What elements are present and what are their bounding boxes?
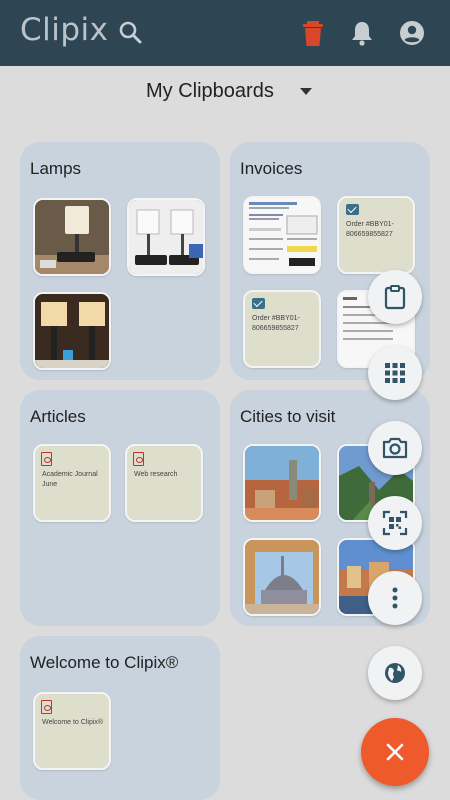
account-icon[interactable] xyxy=(397,18,427,48)
image-tile[interactable] xyxy=(33,292,111,370)
email-tile[interactable]: Order #BBY01-806659855827 xyxy=(243,290,321,368)
more-vertical-icon[interactable] xyxy=(368,571,422,625)
board-title: Articles xyxy=(30,407,86,426)
board-card-articles[interactable]: Articles Academic Journal June Web resea… xyxy=(20,390,220,626)
invoice-scan-tile[interactable] xyxy=(243,196,321,274)
close-icon[interactable] xyxy=(361,718,429,786)
trash-icon[interactable] xyxy=(298,18,328,48)
order-label: Order #BBY01-806659855827 xyxy=(252,315,300,332)
app-bar: Clipix xyxy=(0,0,450,66)
image-tile[interactable] xyxy=(33,198,111,276)
bell-icon[interactable] xyxy=(347,18,377,48)
image-tile[interactable] xyxy=(127,198,205,276)
board-title: Cities to visit xyxy=(240,407,336,426)
order-label: Order #BBY01-806659855827 xyxy=(346,221,394,238)
board-title: Invoices xyxy=(240,159,303,178)
app-logo: Clipix xyxy=(20,12,109,48)
board-card-invoices[interactable]: Invoices Order #BBY01-806659855827 Order… xyxy=(230,142,430,380)
board-selector[interactable]: My Clipboards xyxy=(146,80,274,103)
document-label: Welcome to Clipix® xyxy=(42,719,104,726)
search-icon[interactable] xyxy=(116,18,146,48)
board-title: Lamps xyxy=(30,159,82,178)
board-card-lamps[interactable]: Lamps xyxy=(20,142,220,380)
clipboard-icon[interactable] xyxy=(368,270,422,324)
board-title: Welcome to Clipix® xyxy=(30,653,179,672)
pdf-icon xyxy=(41,452,52,466)
board-card-welcome[interactable]: Welcome to Clipix® Welcome to Clipix® xyxy=(20,636,220,800)
document-label: Academic Journal June xyxy=(42,471,98,488)
image-tile[interactable] xyxy=(243,444,321,522)
pdf-icon xyxy=(41,700,52,714)
image-tile[interactable] xyxy=(243,538,321,616)
document-label: Web research xyxy=(134,471,178,478)
email-tile[interactable]: Order #BBY01-806659855827 xyxy=(337,196,415,274)
globe-icon[interactable] xyxy=(368,646,422,700)
pdf-tile[interactable]: Web research xyxy=(125,444,203,522)
grid-icon[interactable] xyxy=(368,346,422,400)
pdf-icon xyxy=(133,452,144,466)
mail-icon xyxy=(252,298,265,309)
pdf-tile[interactable]: Welcome to Clipix® xyxy=(33,692,111,770)
pdf-tile[interactable]: Academic Journal June xyxy=(33,444,111,522)
chevron-down-icon[interactable] xyxy=(300,88,312,95)
qr-scan-icon[interactable] xyxy=(368,496,422,550)
mail-icon xyxy=(346,204,359,215)
camera-icon[interactable] xyxy=(368,421,422,475)
